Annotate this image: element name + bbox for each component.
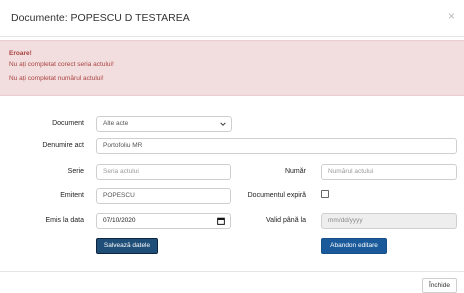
emis-date-value: 07/10/2020 <box>103 217 136 224</box>
valid-label: Valid până la <box>266 217 306 224</box>
modal-header: Documente: POPESCU D TESTAREA × <box>0 0 464 37</box>
serie-label: Serie <box>67 168 84 175</box>
serie-input[interactable]: Seria actului <box>96 164 231 180</box>
document-label: Document <box>52 120 84 127</box>
alert-title: Eroare! <box>9 50 32 57</box>
calendar-icon[interactable] <box>217 217 225 225</box>
emitent-label: Emitent <box>60 192 84 199</box>
denumire-label: Denumire act <box>42 142 84 149</box>
abandon-edit-button[interactable]: Abandon editare <box>321 238 387 254</box>
expira-label: Documentul expiră <box>247 192 306 199</box>
numar-label: Număr <box>284 168 306 175</box>
chevron-down-icon <box>220 122 226 126</box>
valid-date-input: mm/dd/yyyy <box>321 213 457 229</box>
alert-message: Nu ați completat corect seria actului! <box>9 61 114 68</box>
alert-message: Nu ați completat numărul actului! <box>9 75 104 82</box>
error-alert: Eroare! Nu ați completat corect seria ac… <box>0 40 464 96</box>
document-modal: Documente: POPESCU D TESTAREA × Eroare! … <box>0 0 464 293</box>
denumire-input[interactable]: Portofoliu MR <box>96 138 457 154</box>
footer-divider <box>0 271 464 272</box>
document-select-value: Alte acte <box>103 120 129 127</box>
save-button[interactable]: Salvează datele <box>96 238 158 254</box>
expira-checkbox[interactable] <box>321 190 329 198</box>
numar-input[interactable]: Numărul actului <box>321 164 457 180</box>
emis-label: Emis la data <box>45 217 84 224</box>
close-icon[interactable]: × <box>448 10 455 22</box>
document-select[interactable]: Alte acte <box>96 116 232 132</box>
modal-title: Documente: POPESCU D TESTAREA <box>11 12 190 24</box>
emis-date-input[interactable]: 07/10/2020 <box>96 213 231 229</box>
emitent-input[interactable]: POPESCU <box>96 188 231 204</box>
